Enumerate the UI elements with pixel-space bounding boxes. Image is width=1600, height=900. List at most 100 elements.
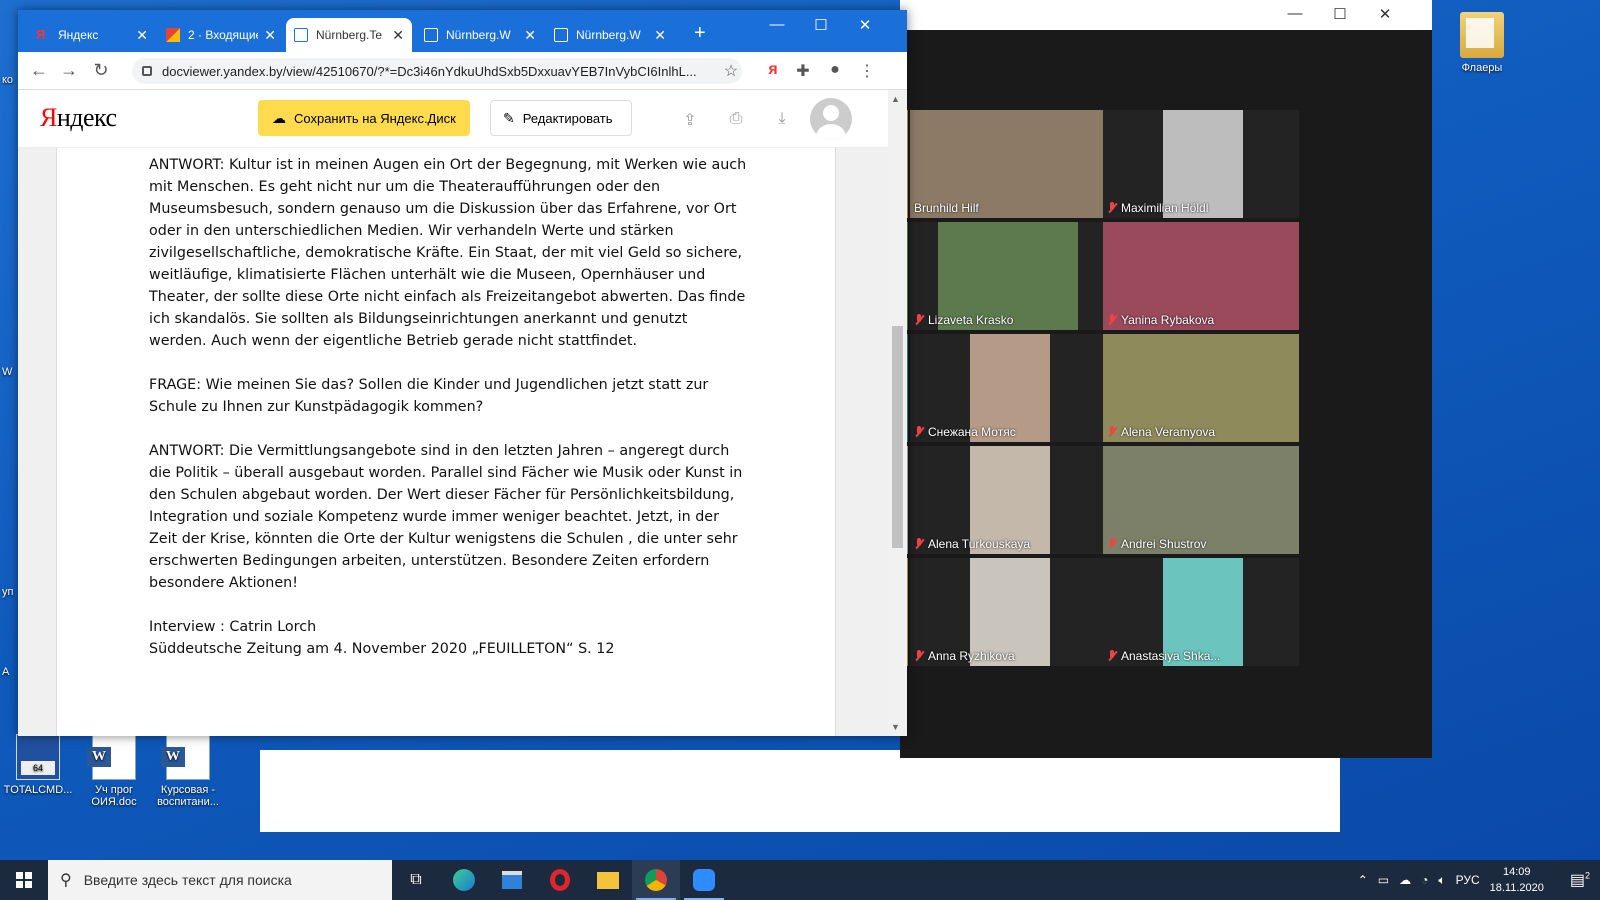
participant-name-label: Снежана Мотяс	[914, 425, 1016, 439]
minimize-icon[interactable]: —	[762, 16, 792, 33]
opera-app[interactable]	[536, 860, 584, 900]
edge-text: А	[2, 666, 10, 678]
participant-tile[interactable]: Anna Ryzhikova	[910, 558, 1106, 666]
store-icon	[502, 871, 522, 889]
close-icon[interactable]: ✕	[1370, 5, 1400, 23]
minimize-icon[interactable]: —	[1280, 5, 1310, 22]
store-app[interactable]	[488, 860, 536, 900]
tab-nurnberg-w1[interactable]: Nürnberg.W ✕	[416, 18, 544, 52]
participant-tile[interactable]: Brunhild Hilf	[910, 110, 1106, 218]
doc-icon	[554, 28, 568, 42]
edge-text: уп	[2, 586, 14, 598]
browser-window: Я Яндекс ✕ 2 · Входящие ✕ Nürnberg.Te ✕ …	[18, 10, 907, 736]
participant-tile[interactable]: Andrei Shustrov	[1103, 446, 1299, 554]
muted-mic-icon	[1107, 650, 1117, 662]
desktop-icon-kursovaya[interactable]: W Курсовая - воспитани...	[150, 734, 226, 808]
tab-label: Nürnberg.W	[576, 28, 641, 42]
muted-mic-icon	[914, 314, 924, 326]
desktop-icon-fliers[interactable]: Флаеры	[1444, 12, 1520, 74]
onedrive-icon[interactable]: ☁	[1399, 873, 1411, 887]
tab-label: Nürnberg.Te	[316, 28, 383, 42]
zoom-title-bar: — ☐ ✕	[900, 0, 1432, 30]
participant-name-label: Alena Veramyova	[1107, 425, 1215, 439]
zoom-app[interactable]	[680, 860, 728, 900]
tab-nurnberg-te[interactable]: Nürnberg.Te ✕	[286, 18, 412, 52]
address-bar[interactable]: docviewer.yandex.by/view/42510670/?*=Dc3…	[132, 58, 742, 84]
close-icon[interactable]: ✕	[654, 27, 666, 44]
chevron-up-icon[interactable]: ⌃	[1358, 873, 1368, 887]
participant-name: Anastasiya Shka...	[1121, 649, 1221, 663]
opera-icon	[550, 869, 570, 891]
edge-text: ко	[2, 74, 14, 86]
start-button[interactable]	[0, 860, 48, 900]
volume-icon[interactable]: 🔈︎	[1438, 873, 1445, 888]
time: 14:09	[1502, 866, 1531, 878]
participant-name: Maximilian Höldl	[1121, 201, 1209, 215]
desktop-icon-totalcmd[interactable]: 64 TOTALCMD...	[0, 734, 76, 796]
cloud-icon: ☁	[272, 109, 286, 126]
windows-icon	[16, 872, 32, 888]
notifications-icon[interactable]: ▤2	[1570, 870, 1590, 890]
task-view-button[interactable]: ⧉	[392, 860, 440, 900]
participant-tile[interactable]: Anastasiya Shka...	[1103, 558, 1299, 666]
participant-name: Yanina Rybakova	[1121, 313, 1215, 327]
yandex-extension-icon[interactable]: я	[762, 61, 784, 79]
tab-yandex[interactable]: Я Яндекс ✕	[28, 18, 156, 52]
yandex-logo[interactable]: Яндекс	[40, 103, 117, 133]
participant-tile[interactable]: Maximilian Höldl	[1103, 110, 1299, 218]
profile-icon[interactable]: ●	[824, 61, 846, 79]
participant-name-label: Anna Ryzhikova	[914, 649, 1015, 663]
close-icon[interactable]: ✕	[264, 27, 276, 44]
maximize-icon[interactable]: ☐	[806, 16, 836, 34]
language-indicator[interactable]: РУС	[1456, 873, 1480, 887]
scroll-thumb[interactable]	[892, 326, 903, 548]
scroll-down-icon[interactable]: ▼	[891, 722, 900, 732]
network-icon[interactable]: ◔	[1421, 873, 1428, 887]
browser-toolbar: ← → ↻ docviewer.yandex.by/view/42510670/…	[18, 52, 907, 90]
desktop-icon-doc[interactable]: W Уч прог ОИЯ.doc	[76, 734, 152, 808]
close-icon[interactable]: ✕	[850, 16, 880, 34]
participant-name: Brunhild Hilf	[914, 201, 979, 215]
gmail-icon	[166, 28, 180, 42]
clock[interactable]: 14:09 18.11.2020	[1490, 864, 1544, 896]
scrollbar[interactable]: ▲ ▼	[888, 90, 907, 736]
extensions-icon[interactable]: ✚	[792, 61, 814, 81]
folder-icon	[1460, 12, 1504, 58]
search-box[interactable]: ⚲ Введите здесь текст для поиска	[48, 860, 392, 900]
maximize-icon[interactable]: ☐	[1325, 5, 1355, 23]
participant-tile[interactable]: Lizaveta Krasko	[910, 222, 1106, 330]
star-icon[interactable]: ☆	[720, 61, 742, 81]
edge-app[interactable]	[440, 860, 488, 900]
back-icon[interactable]: ←	[28, 60, 50, 81]
download-icon[interactable]: ⤓	[770, 110, 794, 128]
scroll-up-icon[interactable]: ▲	[891, 94, 900, 104]
document-page: ANTWORT: Kultur ist in meinen Augen ein …	[56, 148, 836, 736]
edit-button[interactable]: ✎ Редактировать	[490, 100, 632, 136]
avatar[interactable]	[810, 98, 852, 140]
reload-icon[interactable]: ↻	[90, 60, 112, 81]
chrome-app[interactable]	[632, 860, 680, 900]
battery-icon[interactable]: ▭	[1378, 873, 1389, 887]
close-icon[interactable]: ✕	[136, 27, 148, 44]
participant-name: Anna Ryzhikova	[928, 649, 1015, 663]
close-icon[interactable]: ✕	[524, 27, 536, 44]
share-icon[interactable]: ⇪	[678, 110, 702, 130]
save-to-disk-button[interactable]: ☁ Сохранить на Яндекс.Диск	[258, 100, 470, 136]
print-icon[interactable]: ⎙	[724, 110, 748, 128]
save-to-disk-label: Сохранить на Яндекс.Диск	[294, 110, 456, 126]
forward-icon[interactable]: →	[58, 60, 80, 81]
close-icon[interactable]: ✕	[392, 27, 404, 44]
participant-tile[interactable]: Alena Turkouskaya	[910, 446, 1106, 554]
tab-nurnberg-w2[interactable]: Nürnberg.W ✕	[546, 18, 674, 52]
tab-gmail[interactable]: 2 · Входящие ✕	[158, 18, 284, 52]
search-placeholder: Введите здесь текст для поиска	[83, 872, 292, 888]
menu-icon[interactable]: ⋮	[856, 61, 878, 81]
new-tab-icon[interactable]: +	[694, 22, 706, 45]
participant-tile[interactable]: Alena Veramyova	[1103, 334, 1299, 442]
muted-mic-icon	[1107, 538, 1117, 550]
explorer-app[interactable]	[584, 860, 632, 900]
participant-tile[interactable]: Снежана Мотяс	[910, 334, 1106, 442]
participant-name-label: Alena Turkouskaya	[914, 537, 1030, 551]
participant-tile[interactable]: Yanina Rybakova	[1103, 222, 1299, 330]
paragraph: FRAGE: Wie meinen Sie das? Sollen die Ki…	[149, 377, 709, 415]
